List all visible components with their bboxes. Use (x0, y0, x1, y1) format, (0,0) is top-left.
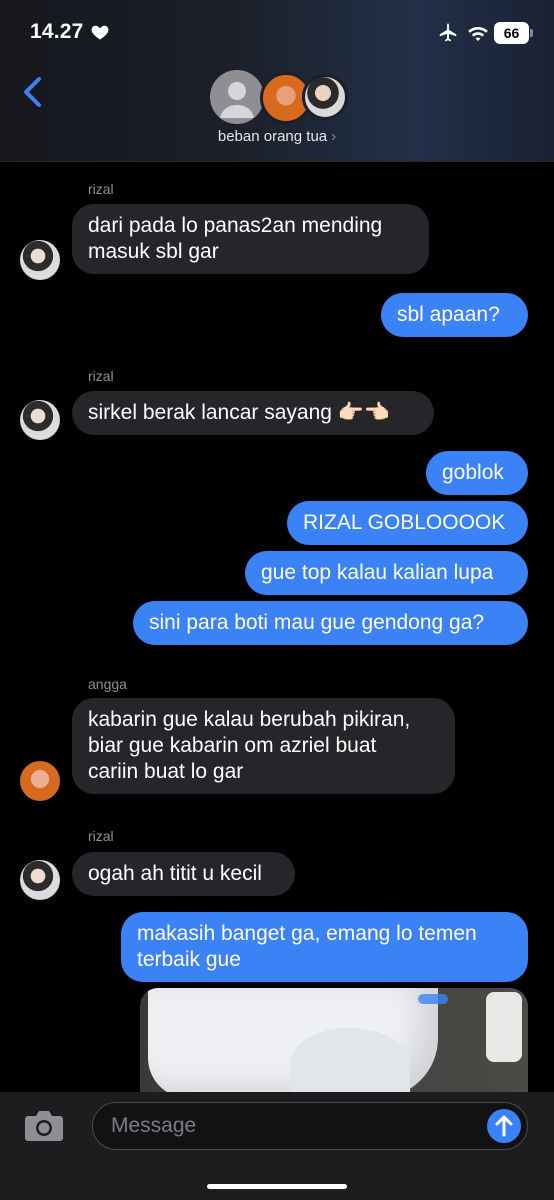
airplane-icon (439, 23, 457, 42)
message-line: sirkel berak lancar sayang 👉🏻👈🏻 (88, 401, 391, 424)
photo-attachment[interactable] (140, 988, 528, 1092)
message-line: biar gue kabarin om azriel buat (88, 734, 377, 757)
outgoing-message[interactable]: sbl apaan? (381, 293, 528, 337)
incoming-message[interactable]: sirkel berak lancar sayang 👉🏻👈🏻 (72, 391, 434, 435)
compose-bar (0, 1092, 554, 1200)
photo-content (486, 992, 522, 1062)
incoming-message[interactable]: dari pada lo panas2an mending masuk sbl … (72, 204, 429, 274)
status-bar: 14.27 66 (0, 0, 554, 62)
group-title[interactable]: beban orang tua › (0, 128, 554, 145)
chevron-left-icon[interactable] (18, 74, 48, 110)
message-line: gue top kalau kalian lupa (261, 561, 494, 584)
avatar-placeholder (210, 70, 264, 124)
message-line: dari pada lo panas2an mending (88, 214, 383, 237)
battery-level: 66 (494, 22, 529, 44)
conversation-header: 14.27 66 beban orang tua › (0, 0, 554, 162)
message-line: sbl apaan? (397, 303, 500, 326)
sender-label: rizal (88, 181, 114, 197)
outgoing-message[interactable]: gue top kalau kalian lupa (245, 551, 528, 595)
message-list[interactable]: rizal dari pada lo panas2an mending masu… (0, 162, 554, 1092)
send-button[interactable] (487, 1109, 521, 1143)
battery-cap (530, 29, 533, 37)
arrow-up-icon (495, 1115, 513, 1137)
message-line: kabarin gue kalau berubah pikiran, (88, 708, 411, 731)
sender-label: rizal (88, 828, 114, 844)
group-avatars[interactable] (210, 70, 350, 126)
outgoing-message[interactable]: sini para boti mau gue gendong ga? (133, 601, 528, 645)
message-line: masuk sbl gar (88, 240, 219, 263)
sender-label: rizal (88, 368, 114, 384)
message-line: makasih banget ga, emang lo temen (137, 922, 477, 945)
chevron-right-icon: › (331, 128, 337, 145)
status-time: 14.27 (30, 20, 84, 43)
sender-label: angga (88, 676, 127, 692)
avatar-rizal (302, 74, 348, 120)
outgoing-message[interactable]: makasih banget ga, emang lo temen terbai… (121, 912, 528, 982)
message-line: sini para boti mau gue gendong ga? (149, 611, 485, 634)
incoming-message[interactable]: kabarin gue kalau berubah pikiran, biar … (72, 698, 455, 794)
heart-icon (91, 25, 109, 40)
outgoing-message[interactable]: goblok (426, 451, 528, 495)
message-field[interactable] (92, 1102, 528, 1150)
photo-content (290, 1028, 410, 1092)
incoming-message[interactable]: ogah ah titit u kecil (72, 852, 295, 896)
camera-icon[interactable] (22, 1108, 66, 1144)
home-indicator (207, 1184, 347, 1189)
wifi-icon (468, 27, 488, 41)
message-line: goblok (442, 461, 504, 484)
person-icon (220, 82, 254, 118)
message-line: ogah ah titit u kecil (88, 862, 262, 885)
message-line: terbaik gue (137, 948, 241, 971)
message-line: RIZAL GOBLOOOOK (303, 511, 506, 534)
message-line: cariin buat lo gar (88, 760, 244, 783)
photo-content (418, 994, 448, 1004)
avatar-rizal[interactable] (20, 240, 60, 280)
battery-icon: 66 (494, 22, 534, 44)
message-input[interactable] (111, 1111, 481, 1141)
group-name-text: beban orang tua (217, 128, 328, 145)
avatar-rizal[interactable] (20, 400, 60, 440)
avatar-angga[interactable] (20, 761, 60, 801)
avatar-rizal[interactable] (20, 860, 60, 900)
outgoing-message[interactable]: RIZAL GOBLOOOOK (287, 501, 528, 545)
